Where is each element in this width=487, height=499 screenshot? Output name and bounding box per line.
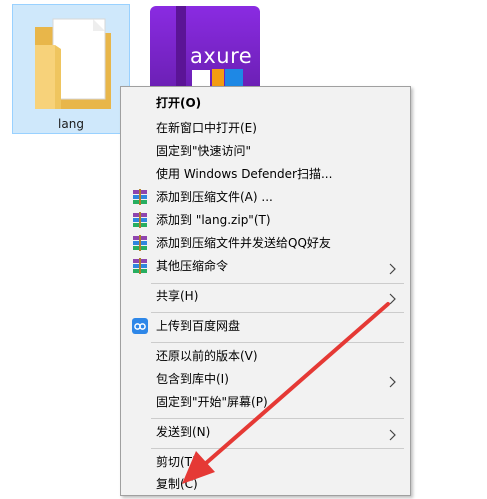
folder-icon xyxy=(31,15,117,111)
menu-item-label: 添加到压缩文件(A) ... xyxy=(156,190,273,204)
menu-item-label: 发送到(N) xyxy=(156,425,211,439)
menu-item-label: 上传到百度网盘 xyxy=(156,319,241,333)
chevron-right-icon xyxy=(386,426,398,441)
menu-item-copy[interactable]: 复制(C) xyxy=(123,473,408,495)
menu-item-label: 使用 Windows Defender扫描... xyxy=(156,167,333,181)
baidu-netdisk-icon xyxy=(132,318,148,334)
menu-item-include-in-library[interactable]: 包含到库中(I) xyxy=(123,368,408,390)
chevron-right-icon xyxy=(386,373,398,388)
chevron-right-icon xyxy=(386,260,398,275)
context-menu: 打开(O) 在新窗口中打开(E) 固定到"快速访问" 使用 Windows De… xyxy=(120,86,411,496)
menu-item-label: 在新窗口中打开(E) xyxy=(156,121,257,135)
menu-item-add-to-archive[interactable]: 添加到压缩文件(A) ... xyxy=(123,186,408,208)
menu-item-cut[interactable]: 剪切(T) xyxy=(123,451,408,473)
folder-label: lang xyxy=(58,117,84,131)
menu-item-label: 共享(H) xyxy=(156,289,199,303)
menu-item-label: 添加到压缩文件并发送给QQ好友 xyxy=(156,236,331,250)
winrar-icon xyxy=(132,258,148,274)
chevron-right-icon xyxy=(386,290,398,305)
menu-item-other-compress[interactable]: 其他压缩命令 xyxy=(123,255,408,277)
menu-item-label: 复制(C) xyxy=(156,477,198,491)
winrar-icon xyxy=(132,189,148,205)
menu-item-label: 固定到"快速访问" xyxy=(156,144,252,158)
menu-item-label: 包含到库中(I) xyxy=(156,372,229,386)
menu-separator xyxy=(151,418,404,419)
menu-separator xyxy=(151,342,404,343)
winrar-icon xyxy=(132,235,148,251)
menu-item-label: 打开(O) xyxy=(156,96,202,110)
menu-item-label: 还原以前的版本(V) xyxy=(156,349,258,363)
menu-separator xyxy=(151,283,404,284)
menu-item-add-to-zip[interactable]: 添加到 "lang.zip"(T) xyxy=(123,209,408,231)
menu-item-label: 剪切(T) xyxy=(156,455,197,469)
menu-item-label: 固定到"开始"屏幕(P) xyxy=(156,395,268,409)
menu-item-pin-start[interactable]: 固定到"开始"屏幕(P) xyxy=(123,391,408,413)
winrar-icon xyxy=(132,212,148,228)
axure-logo-stripe xyxy=(176,6,186,92)
menu-separator xyxy=(151,312,404,313)
menu-item-defender-scan[interactable]: 使用 Windows Defender扫描... xyxy=(123,163,408,185)
menu-item-add-and-send-qq[interactable]: 添加到压缩文件并发送给QQ好友 xyxy=(123,232,408,254)
menu-item-send-to[interactable]: 发送到(N) xyxy=(123,421,408,443)
menu-item-pin-quick-access[interactable]: 固定到"快速访问" xyxy=(123,140,408,162)
desktop-folder-lang[interactable]: lang xyxy=(12,4,130,134)
menu-item-open-new-window[interactable]: 在新窗口中打开(E) xyxy=(123,117,408,139)
menu-item-share[interactable]: 共享(H) xyxy=(123,285,408,307)
menu-item-upload-baidu[interactable]: 上传到百度网盘 xyxy=(123,315,408,337)
menu-item-open[interactable]: 打开(O) xyxy=(123,92,408,114)
axure-app-icon[interactable]: axure xyxy=(150,6,260,92)
menu-item-label: 其他压缩命令 xyxy=(156,259,229,273)
menu-item-label: 添加到 "lang.zip"(T) xyxy=(156,213,271,227)
menu-separator xyxy=(151,448,404,449)
axure-logo-text: axure xyxy=(190,44,253,68)
menu-item-restore-previous[interactable]: 还原以前的版本(V) xyxy=(123,345,408,367)
